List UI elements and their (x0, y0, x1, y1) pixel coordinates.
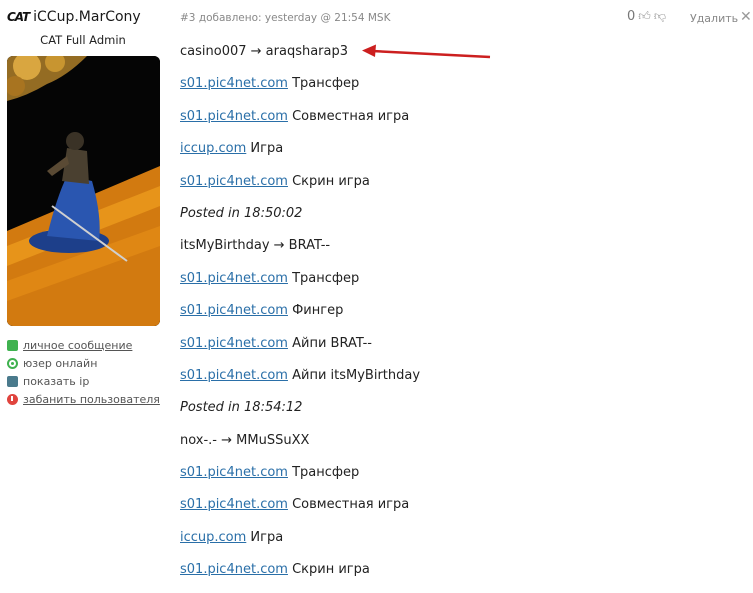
line-text: Трансфер (287, 76, 360, 92)
link[interactable]: s01.pic4net.com (180, 303, 288, 318)
online-status-icon (7, 357, 18, 369)
line-text: itsMyBirthday → BRAT-- (180, 238, 331, 254)
show-ip-action[interactable]: показать ip (7, 372, 160, 390)
link[interactable]: s01.pic4net.com (180, 368, 288, 383)
action-label: юзер онлайн (23, 356, 98, 370)
link[interactable]: s01.pic4net.com (180, 336, 288, 351)
post-meta: #3 добавлено: yesterday @ 21:54 MSK (180, 12, 391, 24)
samurai-avatar-image (7, 56, 160, 326)
line-text: Игра (246, 141, 284, 157)
thumbs-down-icon[interactable]: 👎︎ (654, 9, 666, 24)
post-header: #3 добавлено: yesterday @ 21:54 MSK 0 👍︎… (180, 9, 753, 28)
link[interactable]: s01.pic4net.com (180, 76, 288, 91)
close-icon[interactable]: ✕ (740, 9, 752, 25)
list-item: s01.pic4net.com Айпи itsMyBirthday (180, 366, 420, 398)
user-heading: CAT iCCup.MarCony (7, 9, 141, 25)
list-item: s01.pic4net.com Трансфер (180, 74, 420, 106)
list-item: s01.pic4net.com Совместная игра (180, 495, 420, 527)
link[interactable]: s01.pic4net.com (180, 271, 288, 286)
vote-count: 0 (627, 9, 636, 24)
list-item: s01.pic4net.com Трансфер (180, 463, 420, 495)
action-label[interactable]: забанить пользователя (23, 393, 160, 406)
user-actions: личное сообщение юзер онлайн показать ip… (7, 336, 160, 408)
list-item: s01.pic4net.com Трансфер (180, 269, 420, 301)
list-item: s01.pic4net.com Фингер (180, 301, 420, 333)
line-text: Совместная игра (287, 497, 410, 513)
line-text: Posted in 18:50:02 (180, 205, 303, 221)
line-text: nox-.- → MMuSSuXX (180, 432, 310, 448)
action-label[interactable]: показать ip (23, 375, 89, 388)
line-text: Скрин игра (287, 562, 370, 578)
message-icon (7, 339, 18, 351)
link[interactable]: s01.pic4net.com (180, 109, 288, 124)
line-text: Фингер (287, 303, 344, 319)
line-text: Трансфер (287, 270, 360, 286)
user-rank: CAT Full Admin (40, 33, 126, 47)
list-item: iccup.com Игра (180, 528, 420, 560)
list-item: iccup.com Игра (180, 139, 420, 171)
post-body: casino007 → araqsharap3 s01.pic4net.com … (180, 42, 420, 593)
list-item: s01.pic4net.com Совместная игра (180, 107, 420, 139)
line-text: casino007 → araqsharap3 (180, 44, 349, 59)
list-item: s01.pic4net.com Скрин игра (180, 172, 420, 204)
list-item: s01.pic4net.com Айпи BRAT-- (180, 334, 420, 366)
online-status: юзер онлайн (7, 354, 160, 372)
avatar (7, 56, 160, 326)
line-text: Айпи itsMyBirthday (287, 367, 421, 383)
transfer-line: itsMyBirthday → BRAT-- (180, 236, 420, 268)
vote-widget: 0 👍︎ 👎︎ (627, 9, 666, 24)
link[interactable]: s01.pic4net.com (180, 174, 288, 189)
posted-time: Posted in 18:54:12 (180, 398, 420, 430)
transfer-line: nox-.- → MMuSSuXX (180, 431, 420, 463)
ban-icon (7, 393, 18, 405)
thumbs-up-icon[interactable]: 👍︎ (638, 9, 651, 24)
private-message-action[interactable]: личное сообщение (7, 336, 160, 354)
line-text: Posted in 18:54:12 (180, 400, 303, 416)
link[interactable]: iccup.com (180, 141, 246, 156)
list-item: s01.pic4net.com Скрин игра (180, 560, 420, 592)
cat-logo-icon: CAT (7, 10, 30, 24)
action-label[interactable]: личное сообщение (23, 339, 132, 352)
line-text: Игра (246, 529, 284, 545)
monitor-icon (7, 375, 18, 387)
transfer-line: casino007 → araqsharap3 (180, 42, 420, 74)
line-text: Айпи BRAT-- (287, 335, 372, 351)
posted-time: Posted in 18:50:02 (180, 204, 420, 236)
ban-user-action[interactable]: забанить пользователя (7, 390, 160, 408)
link[interactable]: iccup.com (180, 530, 246, 545)
line-text: Совместная игра (287, 108, 410, 124)
delete-button[interactable]: Удалить (690, 12, 738, 25)
line-text: Скрин игра (287, 173, 370, 189)
link[interactable]: s01.pic4net.com (180, 562, 288, 577)
link[interactable]: s01.pic4net.com (180, 497, 288, 512)
line-text: Трансфер (287, 465, 360, 481)
username[interactable]: iCCup.MarCony (33, 9, 141, 25)
link[interactable]: s01.pic4net.com (180, 465, 288, 480)
user-sidebar: CAT iCCup.MarCony CAT Full Admin личное … (0, 0, 170, 587)
